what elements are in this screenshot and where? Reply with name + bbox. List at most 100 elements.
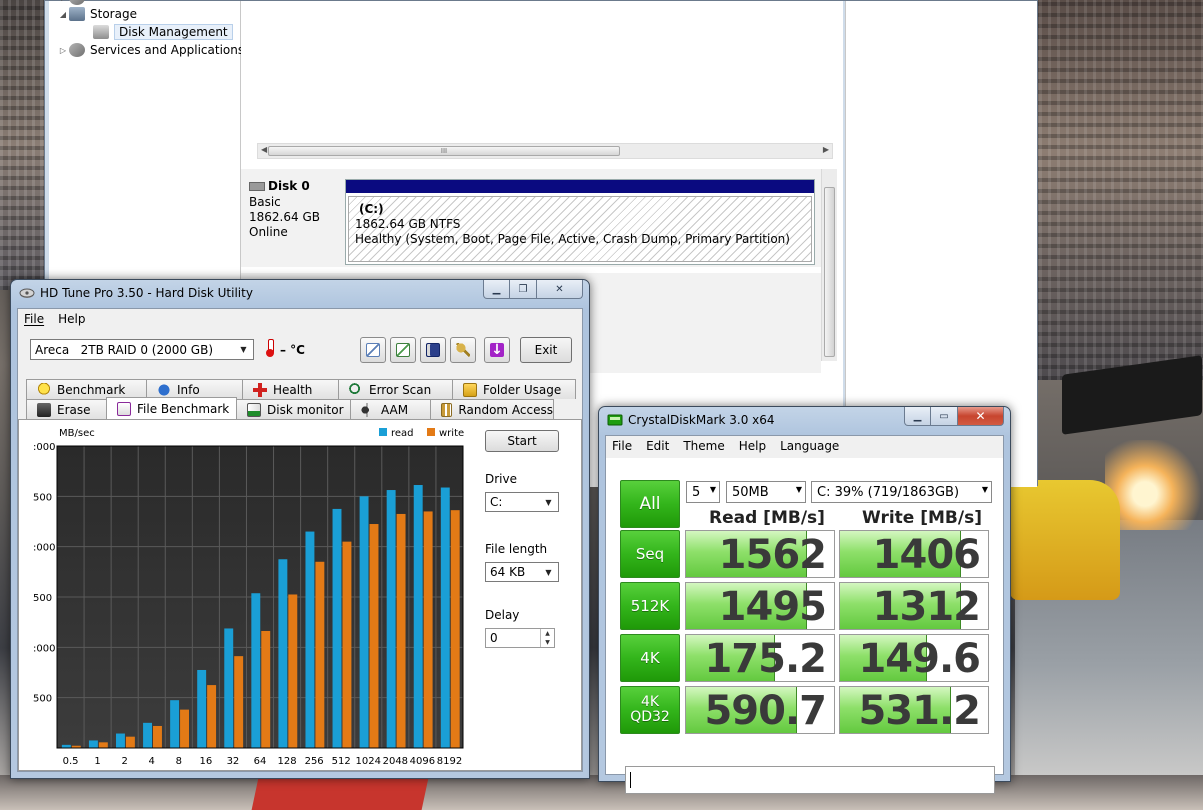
y-tick-label: :000 [33, 643, 55, 654]
all-button[interactable]: All [620, 480, 680, 528]
scroll-right-icon[interactable]: ▶ [823, 145, 829, 154]
runs-select[interactable]: 5 ▼ [686, 481, 720, 503]
test-button-seq[interactable]: Seq [620, 530, 680, 578]
window-controls: ▁ ❐ ✕ [483, 280, 583, 299]
write-bar [369, 524, 379, 748]
exit-button[interactable]: Exit [520, 337, 572, 363]
start-button[interactable]: Start [485, 430, 559, 452]
partition-details[interactable]: (C:) 1862.64 GB NTFS Healthy (System, Bo… [348, 196, 812, 262]
scroll-left-icon[interactable]: ◀ [261, 145, 267, 154]
file-benchmark-icon [117, 401, 131, 416]
chevron-down-icon: ▼ [709, 485, 716, 494]
maximize-button[interactable]: ❐ [510, 280, 537, 299]
test-button-512k[interactable]: 512K [620, 582, 680, 630]
delay-spinner[interactable]: 0 ▲ ▼ [485, 628, 555, 648]
tab-folder-usage[interactable]: Folder Usage [452, 379, 576, 399]
y-tick-label: :000 [33, 442, 55, 453]
tree-item-disk-management[interactable]: Disk Management [93, 23, 233, 41]
copy-text-button[interactable] [360, 337, 386, 363]
write-bar [450, 510, 460, 748]
close-button[interactable]: ✕ [958, 407, 1004, 426]
tab-aam[interactable]: AAM [350, 399, 431, 419]
spinner-arrows-icon[interactable]: ▲ ▼ [540, 629, 554, 647]
scroll-thumb[interactable]: III [268, 146, 620, 156]
write-bar [125, 736, 135, 748]
drive-select[interactable]: Areca 2TB RAID 0 (2000 GB) ▼ [30, 339, 254, 360]
write-bar [396, 513, 406, 748]
folder-icon [463, 382, 477, 397]
tab-disk-monitor[interactable]: Disk monitor [236, 399, 351, 419]
file-length-dropdown[interactable]: 64 KB ▼ [485, 562, 559, 582]
chevron-down-icon: ▼ [981, 485, 988, 494]
tab-benchmark[interactable]: Benchmark [26, 379, 147, 399]
disk-status: Online [249, 225, 288, 239]
delay-value: 0 [490, 631, 498, 645]
menu-language[interactable]: Language [780, 439, 839, 453]
file-benchmark-chart: :000 500:000 500:000 500 0.5 1 2 4 8 16 32 64 128 256… [33, 428, 464, 767]
minimize-icon: ▁ [492, 283, 501, 295]
wallpaper-red-sign [251, 778, 429, 810]
all-label: All [639, 493, 661, 514]
write-result-cell: 1312 [839, 582, 989, 630]
menu-file[interactable]: File [612, 439, 632, 453]
options-button[interactable] [450, 337, 476, 363]
test-button-4k[interactable]: 4K [620, 634, 680, 682]
menu-theme[interactable]: Theme [683, 439, 724, 453]
save-button[interactable] [420, 337, 446, 363]
tab-label: Health [273, 382, 313, 397]
size-select[interactable]: 50MB ▼ [726, 481, 806, 503]
tab-file-benchmark[interactable]: File Benchmark [106, 397, 237, 419]
disk-0-row[interactable]: Disk 0 Basic 1862.64 GB Online (C:) 1862… [241, 169, 821, 267]
tab-error-scan[interactable]: Error Scan [338, 379, 453, 399]
disk-0-info[interactable]: Disk 0 Basic 1862.64 GB Online [249, 179, 339, 240]
tab-info[interactable]: Info [146, 379, 243, 399]
hdtune-client: File Help Areca 2TB RAID 0 (2000 GB) ▼ –… [17, 308, 583, 772]
horizontal-scrollbar[interactable]: ◀ III ▶ [257, 143, 833, 159]
tab-random-access[interactable]: Random Access [430, 399, 554, 419]
drive-dropdown[interactable]: C: ▼ [485, 492, 559, 512]
menu-help[interactable]: Help [739, 439, 766, 453]
copy-screenshot-button[interactable] [390, 337, 416, 363]
read-bar [440, 487, 450, 748]
drive-select[interactable]: C: 39% (719/1863GB) ▼ [811, 481, 992, 503]
minimize-button[interactable]: ▁ [483, 280, 510, 299]
tab-erase[interactable]: Erase [26, 399, 107, 419]
expand-arrow-icon[interactable]: ▹ [57, 0, 69, 3]
write-result-cell: 531.2 [839, 686, 989, 734]
write-result-value: 149.6 [858, 636, 981, 682]
chevron-down-icon: ▼ [545, 498, 552, 507]
download-icon: ↓ [490, 342, 504, 358]
wallpaper-car-body [1010, 480, 1120, 600]
menu-file[interactable]: File [24, 312, 44, 326]
download-button[interactable]: ↓ [484, 337, 510, 363]
vertical-scrollbar[interactable] [821, 169, 837, 361]
minimize-button[interactable]: ▁ [904, 407, 931, 426]
window-title: CrystalDiskMark 3.0 x64 [628, 413, 775, 427]
tree-item-storage[interactable]: ◢ Storage [57, 5, 137, 23]
cdm-client: File Edit Theme Help Language All 5 ▼ 50M… [605, 435, 1004, 794]
tree-item-services[interactable]: ▷ Services and Applications [57, 41, 244, 59]
scroll-thumb[interactable] [824, 187, 835, 357]
y-tick-label: 500 [33, 593, 52, 604]
scroll-grip: III [440, 147, 448, 155]
close-button[interactable]: ✕ [537, 280, 583, 299]
test-button-4k-qd32[interactable]: 4K QD32 [620, 686, 680, 734]
partition-label: (C:) [359, 202, 384, 216]
maximize-button[interactable]: ▭ [931, 407, 958, 426]
read-bar [386, 490, 396, 748]
write-bar [234, 656, 244, 748]
volume-list[interactable] [241, 1, 841, 141]
health-cross-icon [253, 382, 267, 397]
menu-help[interactable]: Help [58, 312, 85, 326]
partition-health: Healthy (System, Boot, Page File, Active… [355, 232, 790, 246]
x-tick-label: 1024 [356, 756, 381, 767]
write-result-value: 1406 [872, 532, 981, 578]
expand-arrow-icon[interactable]: ▷ [57, 46, 69, 55]
comment-input[interactable] [625, 766, 995, 794]
x-tick-label: 8192 [437, 756, 462, 767]
partition-c[interactable]: (C:) 1862.64 GB NTFS Healthy (System, Bo… [345, 179, 815, 265]
collapse-arrow-icon[interactable]: ◢ [57, 10, 69, 19]
tab-health[interactable]: Health [242, 379, 339, 399]
menu-edit[interactable]: Edit [646, 439, 669, 453]
read-bar [413, 485, 423, 748]
